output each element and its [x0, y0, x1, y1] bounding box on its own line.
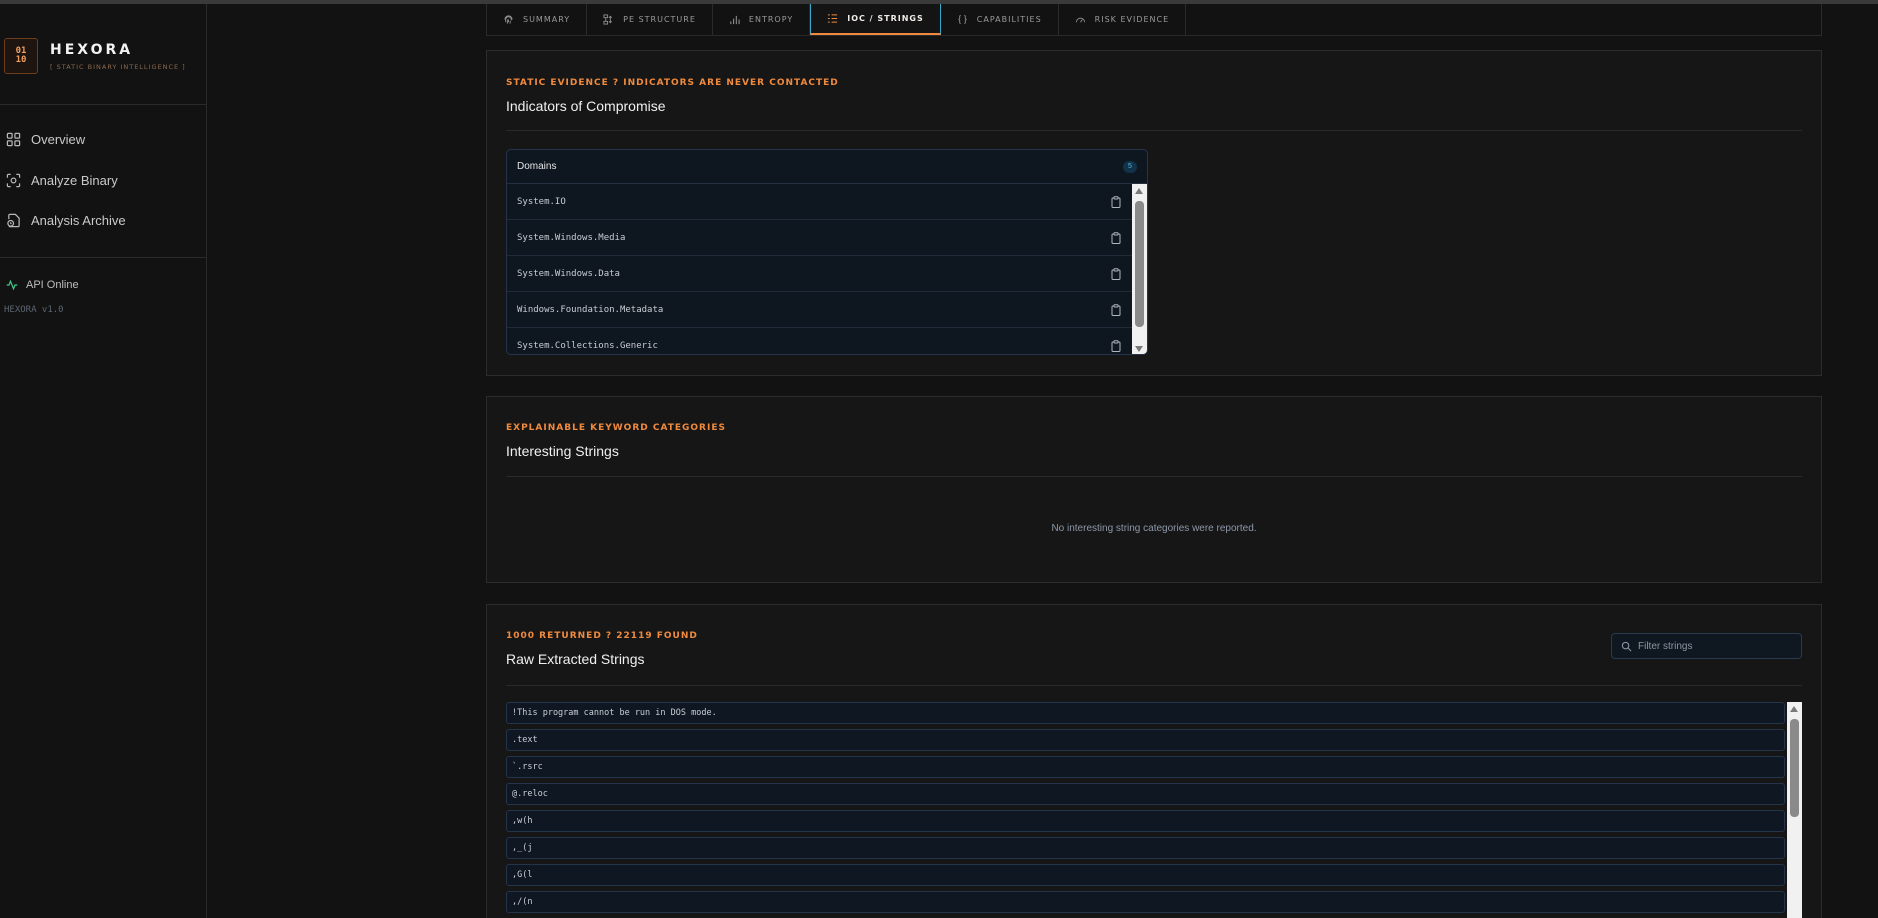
interesting-title: Interesting Strings: [506, 443, 619, 459]
domains-panel: Domains 5 System.IO System.Windows.Media…: [506, 149, 1148, 355]
clipboard-icon[interactable]: [1110, 231, 1122, 244]
raw-eyebrow: 1000 RETURNED ? 22119 FOUND: [506, 631, 698, 641]
activity-icon: [6, 279, 18, 291]
domains-count-badge: 5: [1123, 160, 1137, 173]
list-item: ,G(l: [506, 864, 1785, 886]
list-item: System.Windows.Data: [507, 256, 1133, 292]
sidebar-divider: [0, 104, 207, 105]
sidebar-item-label: Analyze Binary: [31, 173, 118, 188]
domain-value: System.IO: [517, 196, 566, 207]
list-item: @.reloc: [506, 783, 1785, 805]
tab-label: SUMMARY: [523, 15, 571, 24]
bar-chart-icon: [730, 15, 740, 25]
scroll-down-arrow-icon[interactable]: [1135, 346, 1143, 352]
grid-icon: [6, 132, 21, 147]
clipboard-icon[interactable]: [1110, 339, 1122, 352]
app-version: HEXORA v1.0: [4, 305, 64, 315]
sidebar-item-label: Overview: [31, 132, 86, 147]
tab-summary[interactable]: SUMMARY: [487, 4, 588, 35]
domain-value: Windows.Foundation.Metadata: [517, 304, 664, 315]
sidebar-divider: [0, 257, 207, 258]
domains-scrollbar[interactable]: [1132, 184, 1147, 354]
api-status: API Online: [6, 279, 79, 291]
raw-strings-scrollbar[interactable]: [1787, 702, 1802, 918]
hexora-logo: 01 10: [4, 38, 38, 74]
tab-label: CAPABILITIES: [976, 15, 1042, 24]
tab-label: IOC / STRINGS: [847, 14, 924, 23]
tab-pe-structure[interactable]: PE STRUCTURE: [587, 4, 713, 35]
api-status-label: API Online: [26, 279, 79, 291]
scan-icon: [6, 173, 21, 188]
tab-label: PE STRUCTURE: [623, 15, 696, 24]
logo-bottom-digits: 10: [15, 55, 27, 65]
app-tagline: [ STATIC BINARY INTELLIGENCE ]: [50, 62, 186, 71]
tab-label: RISK EVIDENCE: [1094, 15, 1170, 24]
domain-value: System.Windows.Media: [517, 232, 626, 243]
ioc-title: Indicators of Compromise: [506, 98, 666, 114]
raw-title: Raw Extracted Strings: [506, 651, 645, 667]
domain-value: System.Windows.Data: [517, 268, 620, 279]
list-item: ,/(n: [506, 891, 1785, 913]
section-divider: [506, 130, 1802, 131]
domain-value: System.Collections.Generic: [517, 340, 658, 351]
sidebar-item-analyze-binary[interactable]: Analyze Binary: [6, 173, 118, 188]
ioc-card: STATIC EVIDENCE ? INDICATORS ARE NEVER C…: [486, 50, 1822, 376]
raw-strings-list[interactable]: !This program cannot be run in DOS mode.…: [506, 702, 1785, 918]
raw-strings-card: 1000 RETURNED ? 22119 FOUND Raw Extracte…: [486, 604, 1822, 918]
list-item: System.Windows.Media: [507, 220, 1133, 256]
sidebar-item-label: Analysis Archive: [31, 213, 126, 228]
tab-ioc-strings[interactable]: IOC / STRINGS: [810, 4, 941, 35]
structure-icon: [603, 14, 613, 25]
list-item: !This program cannot be run in DOS mode.: [506, 702, 1785, 724]
app-name: HEXORA: [50, 41, 134, 58]
filter-strings-field[interactable]: [1611, 633, 1802, 659]
list-icon: [828, 14, 838, 23]
sidebar: 01 10 HEXORA [ STATIC BINARY INTELLIGENC…: [0, 4, 207, 918]
domains-list[interactable]: System.IO System.Windows.Media System.Wi…: [507, 184, 1133, 354]
clipboard-icon[interactable]: [1110, 303, 1122, 316]
fingerprint-icon: [504, 15, 513, 24]
list-item: System.Collections.Generic: [507, 328, 1133, 354]
scrollbar-thumb[interactable]: [1790, 719, 1799, 817]
tab-capabilities[interactable]: CAPABILITIES: [941, 4, 1059, 35]
clipboard-icon[interactable]: [1110, 267, 1122, 280]
scroll-up-arrow-icon[interactable]: [1135, 188, 1143, 194]
domains-header: Domains 5: [507, 150, 1147, 184]
tab-label: ENTROPY: [748, 15, 794, 24]
sidebar-item-overview[interactable]: Overview: [6, 132, 85, 147]
brand[interactable]: 01 10 HEXORA [ STATIC BINARY INTELLIGENC…: [4, 38, 186, 74]
section-divider: [506, 476, 1802, 477]
braces-icon: [958, 14, 967, 25]
sidebar-item-analysis-archive[interactable]: Analysis Archive: [6, 213, 126, 228]
list-item: Windows.Foundation.Metadata: [507, 292, 1133, 328]
clipboard-icon[interactable]: [1110, 195, 1122, 208]
tab-risk-evidence[interactable]: RISK EVIDENCE: [1059, 4, 1187, 35]
list-item: System.IO: [507, 184, 1133, 220]
search-icon: [1621, 641, 1632, 651]
list-item: `.rsrc: [506, 756, 1785, 778]
interesting-strings-card: EXPLAINABLE KEYWORD CATEGORIES Interesti…: [486, 396, 1822, 583]
list-item: ,_(j: [506, 837, 1785, 859]
scroll-up-arrow-icon[interactable]: [1790, 706, 1798, 712]
gauge-icon: [1075, 17, 1085, 23]
archive-icon: [7, 213, 20, 228]
ioc-eyebrow: STATIC EVIDENCE ? INDICATORS ARE NEVER C…: [506, 78, 839, 88]
section-divider: [506, 685, 1802, 686]
domains-label: Domains: [517, 161, 557, 172]
interesting-eyebrow: EXPLAINABLE KEYWORD CATEGORIES: [506, 423, 726, 433]
scrollbar-thumb[interactable]: [1135, 201, 1144, 327]
list-item: .text: [506, 729, 1785, 751]
list-item: ,w(h: [506, 810, 1785, 832]
empty-state-message: No interesting string categories were re…: [1051, 523, 1257, 534]
tab-bar: SUMMARY PE STRUCTURE ENTROPY IOC / STRIN…: [486, 4, 1822, 36]
filter-strings-input[interactable]: [1638, 640, 1788, 652]
tab-entropy[interactable]: ENTROPY: [713, 4, 811, 35]
